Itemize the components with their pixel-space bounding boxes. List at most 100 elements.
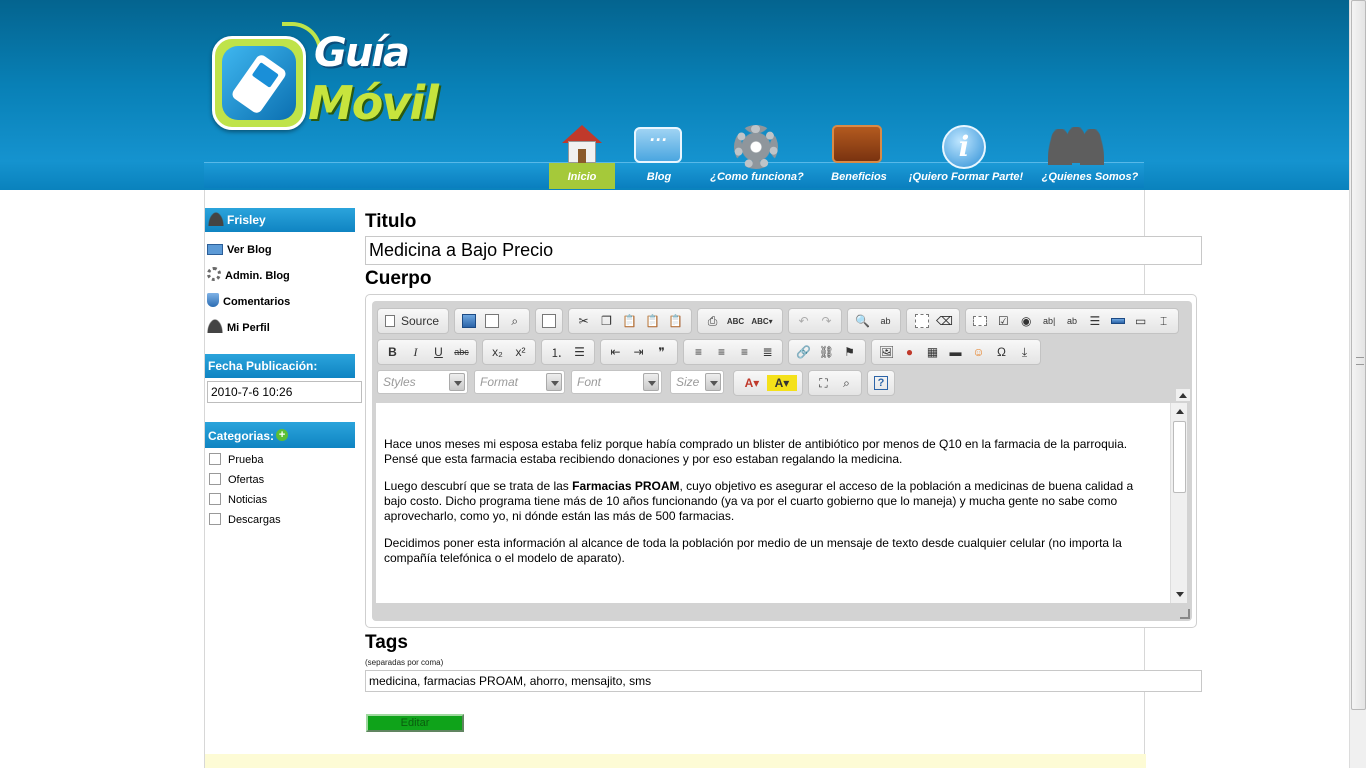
sidebar-link-mi-perfil[interactable]: Mi Perfil: [207, 318, 270, 338]
superscript-icon[interactable]: x²: [509, 341, 532, 363]
info-icon: i: [942, 125, 986, 169]
strikethrough-icon[interactable]: abc: [450, 341, 473, 363]
nav-item-inicio[interactable]: Inicio: [549, 125, 615, 189]
smiley-icon[interactable]: ☺: [967, 341, 990, 363]
nav-item-beneficios[interactable]: Beneficios: [822, 125, 896, 189]
unlink-icon[interactable]: ⛓: [815, 341, 838, 363]
radio-icon[interactable]: ◉: [1015, 310, 1038, 332]
align-justify-icon[interactable]: ≣: [756, 341, 779, 363]
replace-icon[interactable]: ab: [874, 310, 897, 332]
guia-movil-logo[interactable]: Guía Móvil: [212, 22, 439, 134]
maximize-icon[interactable]: ⛶: [812, 372, 835, 394]
page-break-icon[interactable]: ⤓: [1013, 341, 1036, 363]
category-checkbox[interactable]: [209, 513, 221, 525]
category-item[interactable]: Noticias: [209, 491, 267, 509]
select-all-icon[interactable]: [910, 310, 933, 332]
help-icon[interactable]: ?: [871, 372, 891, 394]
format-dropdown[interactable]: Format: [474, 370, 565, 394]
link-icon[interactable]: 🔗: [792, 341, 815, 363]
source-button[interactable]: Source: [381, 310, 443, 332]
size-dropdown[interactable]: Size: [670, 370, 724, 394]
category-checkbox[interactable]: [209, 473, 221, 485]
bulleted-list-icon[interactable]: ☰: [568, 341, 591, 363]
align-right-icon[interactable]: ≡: [733, 341, 756, 363]
paste-text-icon[interactable]: 📋: [641, 310, 664, 332]
horizontal-rule-icon[interactable]: ▬: [944, 341, 967, 363]
sidebar-link-admin-blog[interactable]: Admin. Blog: [207, 266, 290, 286]
find-icon[interactable]: 🔍: [851, 310, 874, 332]
paste-icon[interactable]: 📋: [618, 310, 641, 332]
spellcheck-icon[interactable]: ABC: [724, 310, 747, 332]
resize-handle-icon[interactable]: [1180, 609, 1190, 619]
monitor-icon: [207, 244, 223, 255]
copy-icon[interactable]: ❐: [595, 310, 618, 332]
table-icon[interactable]: ▦: [921, 341, 944, 363]
new-page-icon[interactable]: [481, 310, 504, 332]
sidebar-user-header[interactable]: Frisley: [205, 208, 355, 232]
category-checkbox[interactable]: [209, 453, 221, 465]
outdent-icon[interactable]: ⇤: [604, 341, 627, 363]
toolbar-group-undo: ↶ ↷: [788, 308, 842, 334]
print-icon[interactable]: ⎙: [701, 310, 724, 332]
checkbox-icon[interactable]: ☑: [992, 310, 1015, 332]
cut-icon[interactable]: ✂: [572, 310, 595, 332]
text-color-icon[interactable]: A▾: [737, 372, 767, 394]
category-item[interactable]: Descargas: [209, 511, 281, 529]
save-icon[interactable]: [458, 310, 481, 332]
category-item[interactable]: Ofertas: [209, 471, 264, 489]
italic-icon[interactable]: I: [404, 341, 427, 363]
text-field-icon[interactable]: ab|: [1038, 310, 1061, 332]
redo-icon[interactable]: ↷: [815, 310, 838, 332]
edit-submit-button[interactable]: Editar: [366, 714, 464, 732]
scroll-down-icon[interactable]: [1171, 587, 1188, 603]
bold-icon[interactable]: B: [381, 341, 404, 363]
remove-format-icon[interactable]: ⌫: [933, 310, 956, 332]
toolbar-scroll-up-icon[interactable]: [1176, 389, 1190, 401]
blockquote-icon[interactable]: ❞: [650, 341, 673, 363]
window-scroll-thumb[interactable]: [1351, 0, 1366, 710]
nav-item-quienes-somos[interactable]: ¿Quienes Somos?: [1038, 127, 1142, 189]
anchor-flag-icon[interactable]: ⚑: [838, 341, 861, 363]
editor-content-area[interactable]: Hace unos meses mi esposa estaba feliz p…: [376, 403, 1170, 603]
flash-icon[interactable]: ●: [898, 341, 921, 363]
show-blocks-icon[interactable]: ⌕: [835, 372, 858, 394]
spellcheck-as-you-type-icon[interactable]: ABC▾: [747, 310, 777, 332]
image-button-icon[interactable]: ▭: [1129, 310, 1152, 332]
editor-scrollbar[interactable]: [1170, 403, 1187, 603]
scroll-thumb[interactable]: [1173, 421, 1186, 493]
nav-item-formar-parte[interactable]: i ¡Quiero Formar Parte!: [904, 125, 1028, 189]
category-checkbox[interactable]: [209, 493, 221, 505]
preview-icon[interactable]: ⌕: [503, 310, 526, 332]
styles-dropdown[interactable]: Styles: [377, 370, 468, 394]
align-left-icon[interactable]: ≡: [687, 341, 710, 363]
templates-icon[interactable]: [539, 310, 559, 332]
window-scrollbar[interactable]: [1349, 0, 1366, 768]
image-icon[interactable]: 🖼: [875, 341, 898, 363]
sidebar-link-ver-blog[interactable]: Ver Blog: [207, 240, 272, 260]
select-field-icon[interactable]: ☰: [1083, 310, 1106, 332]
indent-icon[interactable]: ⇥: [627, 341, 650, 363]
underline-icon[interactable]: U: [427, 341, 450, 363]
category-item[interactable]: Prueba: [209, 451, 263, 469]
sidebar-link-comentarios[interactable]: Comentarios: [207, 292, 290, 312]
align-center-icon[interactable]: ≡: [710, 341, 733, 363]
title-field[interactable]: [365, 236, 1202, 265]
tags-field[interactable]: [365, 670, 1202, 692]
font-dropdown[interactable]: Font: [571, 370, 662, 394]
subscript-icon[interactable]: x₂: [486, 341, 509, 363]
paste-word-icon[interactable]: 📋: [664, 310, 687, 332]
page-content: Frisley Ver Blog Admin. Blog Comentarios…: [204, 190, 1202, 768]
nav-item-como-funciona[interactable]: ¿Como funciona?: [704, 125, 810, 189]
textarea-icon[interactable]: ab: [1061, 310, 1084, 332]
undo-icon[interactable]: ↶: [792, 310, 815, 332]
scroll-up-icon[interactable]: [1171, 403, 1188, 419]
numbered-list-icon[interactable]: ⒈: [545, 341, 568, 363]
special-char-icon[interactable]: Ω: [990, 341, 1013, 363]
add-category-icon[interactable]: +: [276, 429, 289, 441]
publish-date-field[interactable]: [207, 381, 362, 403]
form-icon[interactable]: [969, 310, 992, 332]
button-field-icon[interactable]: [1106, 310, 1129, 332]
hidden-field-icon[interactable]: ⌶: [1152, 310, 1175, 332]
background-color-icon[interactable]: A▾: [767, 375, 797, 391]
nav-item-blog[interactable]: ··· Blog: [619, 127, 699, 189]
